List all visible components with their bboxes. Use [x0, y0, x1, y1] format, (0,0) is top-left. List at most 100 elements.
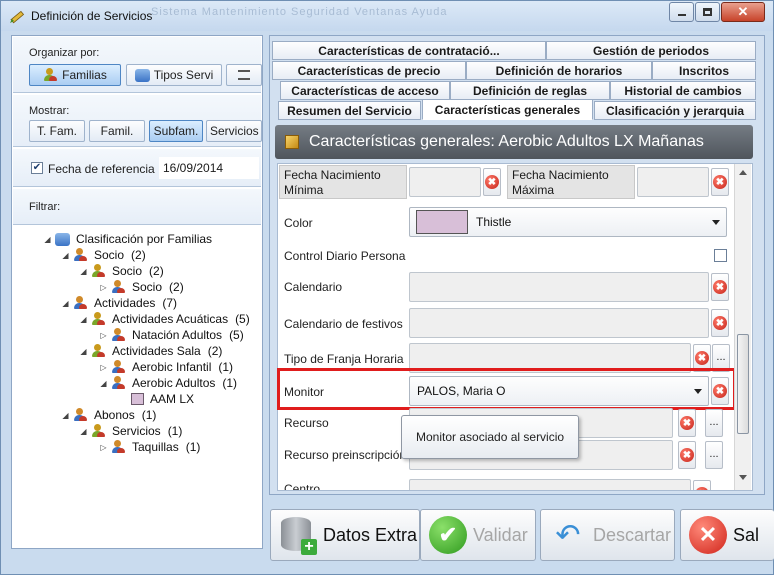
scroll-thumb[interactable]	[737, 334, 749, 434]
group-icon	[91, 344, 106, 358]
scroll-up-icon	[739, 170, 747, 175]
tree-node[interactable]: ◢ Abonos (1)	[61, 407, 156, 423]
t-fam-button[interactable]: T. Fam.	[29, 120, 85, 142]
tree-node[interactable]: ▷ Aerobic Infantil (1)	[99, 359, 233, 375]
descartar-button[interactable]: ↶ Descartar	[540, 509, 675, 561]
expand-arrow-icon[interactable]: ▷	[99, 363, 108, 372]
tab-inscritos[interactable]: Inscritos	[652, 61, 756, 80]
validar-button[interactable]: ✔ Validar	[420, 509, 536, 561]
filtrar-group: Filtrar:	[13, 189, 261, 225]
tab-resumen[interactable]: Resumen del Servicio	[278, 101, 421, 120]
expand-arrow-icon[interactable]: ▷	[99, 331, 108, 340]
fecha-max-input[interactable]	[637, 167, 709, 197]
salir-button[interactable]: ✕ Sal	[680, 509, 774, 561]
collapse-arrow-icon[interactable]: ◢	[61, 251, 70, 260]
people-icon	[111, 360, 126, 374]
section-header: Características generales: Aerobic Adult…	[275, 125, 753, 159]
servicios-button[interactable]: Servicios	[206, 120, 262, 142]
franja-input[interactable]	[409, 343, 691, 373]
fecha-max-clear-button[interactable]: ✖	[711, 168, 729, 196]
collapse-arrow-icon[interactable]: ◢	[79, 347, 88, 356]
collapse-arrow-icon[interactable]: ◢	[79, 267, 88, 276]
tree-node[interactable]: ◢ Actividades (7)	[61, 295, 177, 311]
recurso-pre-clear-button[interactable]: ✖	[678, 441, 696, 469]
dropdown-arrow-icon	[712, 220, 720, 225]
calendario-clear-button[interactable]: ✖	[711, 273, 729, 301]
franja-label: Tipo de Franja Horaria	[284, 352, 404, 366]
fecha-checkbox[interactable]: ✔	[31, 162, 43, 174]
tree-node[interactable]: AAM LX	[119, 391, 194, 407]
group-icon	[91, 312, 106, 326]
expand-arrow-icon[interactable]: ▷	[99, 443, 108, 452]
subfam-button[interactable]: Subfam.	[149, 120, 203, 142]
calendario-input[interactable]	[409, 272, 709, 302]
tab-precio[interactable]: Características de precio	[272, 61, 466, 80]
list-view-button[interactable]	[226, 64, 262, 86]
people-icon	[111, 328, 126, 342]
maximize-button[interactable]	[695, 2, 720, 22]
tree-node[interactable]: ◢ Clasificación por Familias	[43, 231, 212, 247]
people-icon	[73, 248, 88, 262]
collapse-arrow-icon[interactable]: ◢	[99, 379, 108, 388]
tab-historial[interactable]: Historial de cambios	[610, 81, 756, 100]
minimize-button[interactable]	[669, 2, 694, 22]
collapse-arrow-icon[interactable]: ◢	[61, 299, 70, 308]
fecha-input[interactable]: 16/09/2014	[159, 157, 259, 179]
tab-reglas[interactable]: Definición de reglas	[450, 81, 610, 100]
collapse-arrow-icon[interactable]: ◢	[79, 427, 88, 436]
tab-acceso[interactable]: Características de acceso	[280, 81, 450, 100]
form-scrollbar[interactable]	[734, 164, 751, 490]
people-icon	[73, 408, 88, 422]
recurso-clear-button[interactable]: ✖	[678, 409, 696, 437]
tree-node-count: (1)	[222, 376, 238, 390]
clear-x-icon: ✖	[713, 384, 727, 398]
group-icon	[91, 264, 106, 278]
list-icon	[238, 70, 250, 80]
centro-input[interactable]	[409, 479, 691, 490]
collapse-arrow-icon[interactable]: ◢	[61, 411, 70, 420]
tree-node[interactable]: ◢ Actividades Acuáticas (5)	[79, 311, 250, 327]
left-panel: Organizar por: Familias Tipos Servi Most…	[11, 35, 263, 549]
monitor-select[interactable]: PALOS, Maria O	[409, 376, 709, 406]
fecha-max-label: Fecha Nacimiento Máxima	[512, 168, 609, 197]
tab-clasificacion[interactable]: Clasificación y jerarquia	[594, 101, 756, 120]
tab-horarios[interactable]: Definición de horarios	[466, 61, 652, 80]
tab-contratacion[interactable]: Características de contratació...	[272, 41, 546, 60]
tipos-servicio-button[interactable]: Tipos Servi	[126, 64, 222, 86]
recurso-browse-button[interactable]: ...	[705, 409, 723, 437]
close-button[interactable]: ✕	[721, 2, 765, 22]
tree-node[interactable]: ◢ Actividades Sala (2)	[79, 343, 222, 359]
collapse-arrow-icon[interactable]: ◢	[79, 315, 88, 324]
tree-node[interactable]: ◢ Servicios (1)	[79, 423, 182, 439]
people-icon	[111, 440, 126, 454]
datos-extra-button[interactable]: + Datos Extra	[270, 509, 420, 561]
tree-node[interactable]: ▷ Taquillas (1)	[99, 439, 200, 455]
tree-node-count: (1)	[185, 440, 201, 454]
control-diario-checkbox[interactable]	[714, 249, 727, 262]
color-select[interactable]: Thistle	[409, 207, 727, 237]
filtrar-label: Filtrar:	[29, 201, 61, 213]
monitor-clear-button[interactable]: ✖	[711, 377, 729, 405]
tab-caracteristicas-generales[interactable]: Características generales	[422, 99, 593, 120]
festivos-input[interactable]	[409, 308, 709, 338]
expand-arrow-icon[interactable]: ▷	[99, 283, 108, 292]
familias-button[interactable]: Familias	[29, 64, 121, 86]
clear-x-icon: ✖	[713, 316, 727, 330]
recurso-pre-browse-button[interactable]: ...	[705, 441, 723, 469]
franja-browse-button[interactable]: ...	[712, 344, 730, 372]
monitor-tooltip: Monitor asociado al servicio	[401, 415, 579, 459]
franja-clear-button[interactable]: ✖	[693, 344, 711, 372]
tree-node[interactable]: ◢ Socio (2)	[79, 263, 164, 279]
collapse-arrow-icon[interactable]: ◢	[43, 235, 52, 244]
fecha-min-clear-button[interactable]: ✖	[483, 168, 501, 196]
tab-gestion-periodos[interactable]: Gestión de periodos	[546, 41, 756, 60]
tree-node[interactable]: ◢ Aerobic Adultos (1)	[99, 375, 237, 391]
fecha-min-input[interactable]	[409, 167, 481, 197]
tree-node[interactable]: ▷ Natación Adultos (5)	[99, 327, 244, 343]
tree-node[interactable]: ▷ Socio (2)	[99, 279, 184, 295]
centro-clear-button[interactable]: ✖	[693, 480, 711, 490]
recurso-label: Recurso	[284, 416, 329, 430]
famil-button[interactable]: Famil.	[89, 120, 145, 142]
festivos-clear-button[interactable]: ✖	[711, 309, 729, 337]
tree-node[interactable]: ◢ Socio (2)	[61, 247, 146, 263]
